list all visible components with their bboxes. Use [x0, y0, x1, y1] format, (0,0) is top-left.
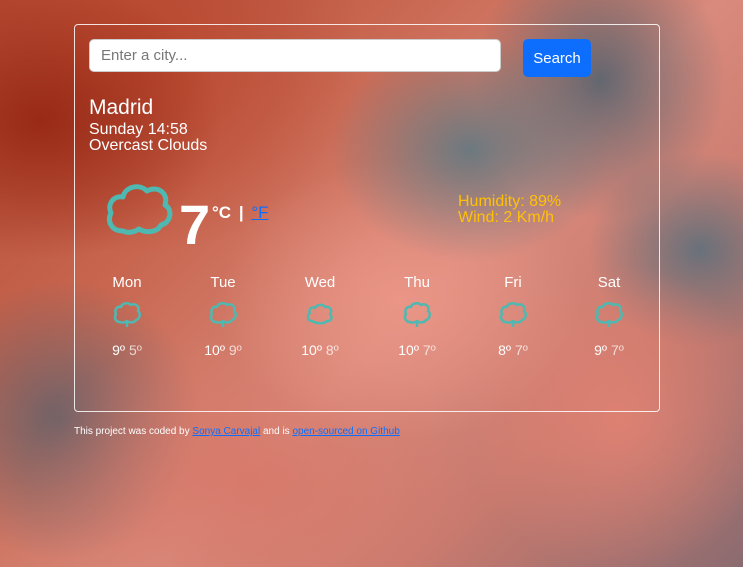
forecast-temps: 8º 7º [473, 342, 553, 358]
humidity: Humidity: 89% [458, 193, 562, 210]
forecast-day: Sat 9º 7º [569, 274, 649, 358]
search-button[interactable]: Search [523, 39, 591, 77]
fahrenheit-link[interactable]: °F [251, 203, 268, 222]
forecast-temps: 10º 7º [377, 342, 457, 358]
unit-switcher: °C | °F [212, 203, 269, 223]
forecast-max: 10º [204, 342, 225, 358]
current-temperature: 7 [179, 193, 211, 256]
forecast-day: Tue 10º 9º [183, 274, 263, 358]
forecast-min: 5º [128, 342, 142, 358]
footer-middle: and is [263, 426, 290, 437]
celsius-unit: °C [212, 203, 232, 222]
wind-speed: Wind: 2 Km/h [458, 209, 555, 226]
weather-card: Search Madrid Sunday 14:58 Overcast Clou… [74, 24, 660, 412]
forecast-min: 7º [514, 342, 528, 358]
cloud-icon [209, 302, 237, 327]
forecast-min: 7º [610, 342, 624, 358]
forecast-min: 8º [325, 342, 339, 358]
forecast-day: Mon 9º 5º [87, 274, 167, 358]
city-search-input[interactable] [89, 39, 501, 72]
author-link[interactable]: Sonya Carvajal [192, 426, 260, 437]
forecast-min: 9º [228, 342, 242, 358]
forecast-temps: 9º 7º [569, 342, 649, 358]
forecast-max: 9º [594, 342, 608, 358]
unit-separator: | [238, 203, 244, 222]
forecast-day: Wed 10º 8º [280, 274, 360, 358]
forecast-temps: 10º 9º [183, 342, 263, 358]
city-name: Madrid [89, 96, 154, 119]
cloud-icon [113, 302, 141, 327]
cloud-icon [403, 302, 431, 327]
cloud-icon [595, 302, 623, 327]
footer: This project was coded by Sonya Carvajal… [74, 426, 400, 437]
forecast-temps: 9º 5º [87, 342, 167, 358]
current-datetime: Sunday 14:58 [89, 121, 188, 138]
weather-description: Overcast Clouds [89, 137, 208, 154]
cloud-icon [107, 184, 173, 235]
forecast-day-label: Mon [112, 274, 142, 291]
forecast-day-label: Sat [597, 274, 621, 291]
github-link[interactable]: open-sourced on Github [292, 426, 399, 437]
forecast-temps: 10º 8º [280, 342, 360, 358]
forecast-day-label: Fri [504, 274, 522, 291]
cloud-icon [306, 303, 333, 325]
forecast-min: 7º [422, 342, 436, 358]
forecast-max: 10º [301, 342, 322, 358]
forecast-day-label: Tue [210, 274, 236, 291]
footer-prefix: This project was coded by [74, 426, 190, 437]
forecast-day: Fri 8º 7º [473, 274, 553, 358]
forecast-day-label: Wed [304, 274, 336, 291]
forecast-max: 9º [112, 342, 126, 358]
forecast-day: Thu 10º 7º [377, 274, 457, 358]
cloud-icon [499, 302, 527, 327]
forecast-max: 8º [498, 342, 512, 358]
forecast-day-label: Thu [404, 274, 430, 291]
forecast-max: 10º [398, 342, 419, 358]
